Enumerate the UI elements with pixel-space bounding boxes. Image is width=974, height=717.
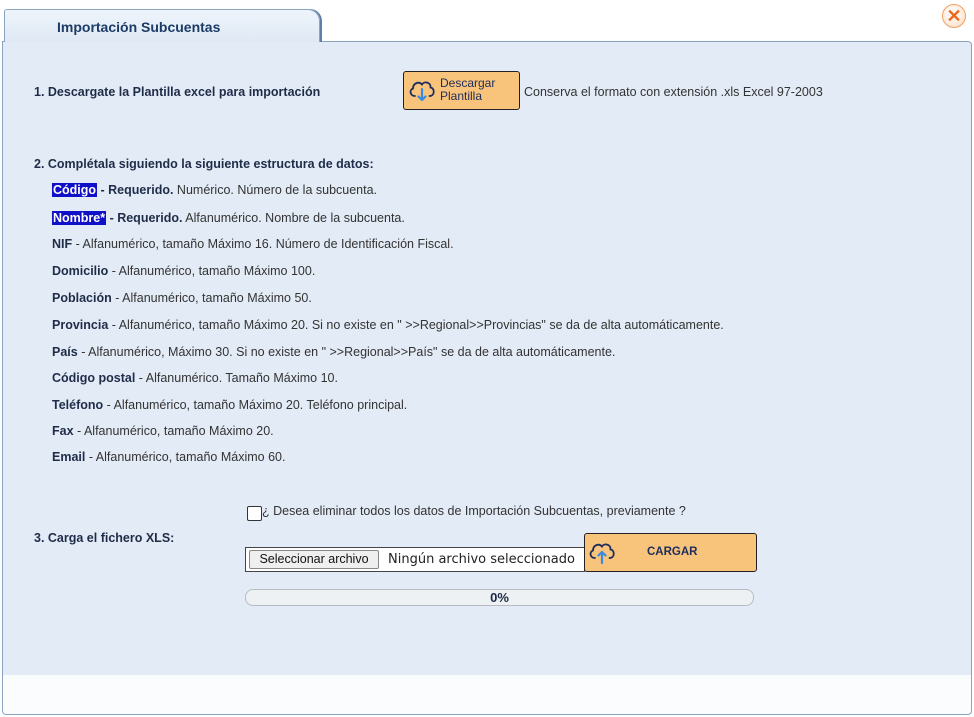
- field-pais: País - Alfanumérico, Máximo 30. Si no ex…: [52, 345, 615, 359]
- delete-previous-label[interactable]: ¿ Desea eliminar todos los datos de Impo…: [262, 504, 686, 518]
- field-name-email: Email: [52, 450, 86, 464]
- panel-footer: [2, 675, 972, 715]
- tab-importacion-subcuentas[interactable]: Importación Subcuentas: [4, 9, 320, 42]
- load-button-label: CARGAR: [647, 546, 698, 558]
- cloud-upload-icon: [589, 543, 615, 565]
- field-desc-nif: - Alfanumérico, tamaño Máximo 16. Número…: [72, 237, 454, 251]
- download-button-line2: Plantilla: [440, 89, 483, 103]
- step1-label: 1. Descargate la Plantilla excel para im…: [34, 85, 321, 99]
- field-name-poblacion: Población: [52, 291, 112, 305]
- file-status: Ningún archivo seleccionado: [388, 552, 575, 567]
- step3-label: 3. Carga el fichero XLS:: [34, 531, 175, 545]
- field-desc-poblacion: - Alfanumérico, tamaño Máximo 50.: [111, 291, 312, 305]
- field-name-domicilio: Domicilio: [52, 264, 109, 278]
- close-icon[interactable]: ✕: [942, 4, 966, 28]
- field-name-nombre: Nombre*: [52, 211, 107, 225]
- field-name-codigo-postal: Código postal: [52, 371, 136, 385]
- field-desc-codigo: Numérico. Número de la subcuenta.: [173, 183, 378, 197]
- cloud-download-icon: [409, 81, 435, 102]
- field-desc-email: - Alfanumérico, tamaño Máximo 60.: [85, 450, 286, 464]
- tab-title: Importación Subcuentas: [57, 19, 221, 35]
- field-req-codigo: - Requerido.: [97, 183, 174, 197]
- field-domicilio: Domicilio - Alfanumérico, tamaño Máximo …: [52, 264, 315, 278]
- progress-bar: 0%: [245, 589, 754, 606]
- file-input[interactable]: Seleccionar archivo Ningún archivo selec…: [245, 547, 585, 572]
- field-desc-fax: - Alfanumérico, tamaño Máximo 20.: [73, 424, 274, 438]
- select-file-button[interactable]: Seleccionar archivo: [249, 550, 379, 569]
- field-name-telefono: Teléfono: [52, 398, 104, 412]
- step2-label: 2. Complétala siguiendo la siguiente est…: [34, 157, 374, 171]
- field-req-nombre: - Requerido.: [106, 211, 183, 225]
- field-telefono: Teléfono - Alfanumérico, tamaño Máximo 2…: [52, 398, 407, 412]
- field-desc-domicilio: - Alfanumérico, tamaño Máximo 100.: [108, 264, 316, 278]
- progress-text: 0%: [490, 590, 509, 605]
- field-name-nif: NIF: [52, 237, 73, 251]
- field-poblacion: Población - Alfanumérico, tamaño Máximo …: [52, 291, 312, 305]
- field-email: Email - Alfanumérico, tamaño Máximo 60.: [52, 450, 285, 464]
- format-note: Conserva el formato con extensión .xls E…: [524, 85, 823, 99]
- field-name-fax: Fax: [52, 424, 74, 438]
- field-nombre: Nombre* - Requerido. Alfanumérico. Nombr…: [52, 211, 405, 225]
- field-codigo-postal: Código postal - Alfanumérico. Tamaño Máx…: [52, 371, 338, 385]
- load-button[interactable]: CARGAR: [584, 533, 757, 572]
- field-name-provincia: Provincia: [52, 318, 109, 332]
- field-nif: NIF - Alfanumérico, tamaño Máximo 16. Nú…: [52, 237, 454, 251]
- field-desc-pais: - Alfanumérico, Máximo 30. Si no existe …: [77, 345, 616, 359]
- field-name-codigo: Código: [52, 183, 98, 197]
- field-fax: Fax - Alfanumérico, tamaño Máximo 20.: [52, 424, 274, 438]
- field-desc-telefono: - Alfanumérico, tamaño Máximo 20. Teléfo…: [103, 398, 408, 412]
- download-template-button[interactable]: Descargar Plantilla: [403, 71, 520, 110]
- field-desc-provincia: - Alfanumérico, tamaño Máximo 20. Si no …: [108, 318, 724, 332]
- field-desc-nombre: Alfanumérico. Nombre de la subcuenta.: [182, 211, 405, 225]
- field-codigo: Código - Requerido. Numérico. Número de …: [52, 183, 377, 197]
- field-name-pais: País: [52, 345, 78, 359]
- delete-previous-checkbox[interactable]: [247, 506, 262, 521]
- field-desc-codigo-postal: - Alfanumérico. Tamaño Máximo 10.: [135, 371, 338, 385]
- field-provincia: Provincia - Alfanumérico, tamaño Máximo …: [52, 318, 724, 332]
